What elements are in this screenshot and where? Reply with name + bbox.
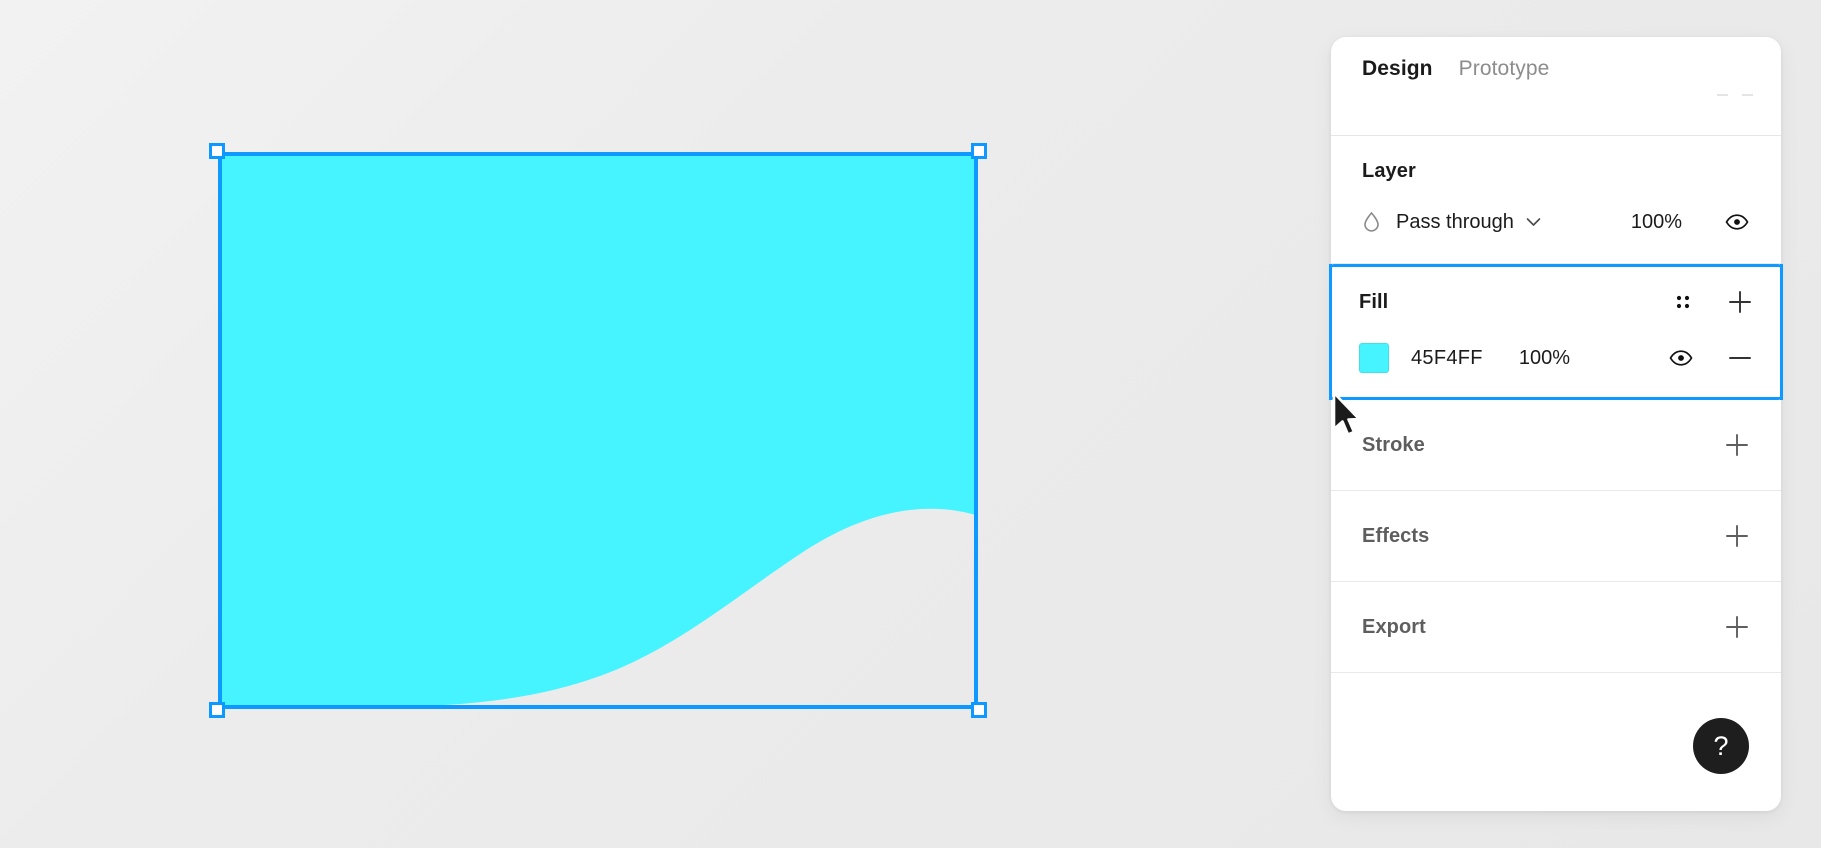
- export-section-title: Export: [1362, 615, 1426, 638]
- fill-section[interactable]: Fill 45F4FF 100%: [1329, 264, 1783, 400]
- blend-mode-value[interactable]: Pass through: [1396, 211, 1514, 234]
- droplet-icon: [1362, 211, 1388, 233]
- plus-icon: [1726, 616, 1748, 638]
- minus-icon: [1729, 357, 1751, 359]
- selection-edge-bottom: [218, 705, 978, 709]
- selection-edge-top: [218, 152, 978, 156]
- header-ghost-icons: [1717, 94, 1753, 96]
- fill-section-title: Fill: [1359, 290, 1389, 313]
- eye-icon[interactable]: [1724, 214, 1750, 230]
- tab-design[interactable]: Design: [1362, 57, 1433, 81]
- selection-edge-left: [218, 152, 222, 709]
- ghost-dash-2: [1742, 94, 1753, 96]
- add-effect-button[interactable]: [1724, 523, 1750, 549]
- four-dots-icon[interactable]: [1673, 292, 1693, 312]
- fill-row: 45F4FF 100%: [1359, 339, 1753, 377]
- fill-opacity-input[interactable]: 100%: [1519, 347, 1570, 370]
- layer-section-title: Layer: [1362, 160, 1416, 182]
- stroke-section-title: Stroke: [1362, 433, 1425, 456]
- layer-opacity-value[interactable]: 100%: [1631, 211, 1682, 234]
- export-section: Export: [1331, 582, 1781, 673]
- fill-section-header: Fill: [1359, 285, 1753, 319]
- panel-header: Design Prototype: [1331, 37, 1781, 136]
- canvas-area[interactable]: [0, 0, 1255, 848]
- figma-editor-window: Design Prototype Layer Pass through 100%…: [0, 0, 1821, 848]
- effects-section: Effects: [1331, 491, 1781, 582]
- selection-box: [209, 143, 987, 718]
- fill-row-actions: [1669, 345, 1753, 371]
- add-fill-button[interactable]: [1727, 289, 1753, 315]
- ghost-dash-1: [1717, 94, 1728, 96]
- question-mark-icon: ?: [1713, 730, 1729, 761]
- help-button[interactable]: ?: [1693, 718, 1749, 774]
- fill-hex-input[interactable]: 45F4FF: [1411, 347, 1483, 370]
- stroke-section: Stroke: [1331, 400, 1781, 491]
- panel-tabs: Design Prototype: [1331, 37, 1781, 81]
- fill-color-swatch[interactable]: [1359, 343, 1389, 373]
- effects-section-title: Effects: [1362, 524, 1430, 547]
- plus-icon: [1726, 525, 1748, 547]
- selection-edge-right: [974, 152, 978, 709]
- properties-panel: Design Prototype Layer Pass through 100%…: [1329, 37, 1783, 811]
- layer-section: Layer Pass through 100%: [1331, 136, 1781, 264]
- resize-handle-top-left[interactable]: [209, 143, 225, 159]
- add-stroke-button[interactable]: [1724, 432, 1750, 458]
- resize-handle-bottom-right[interactable]: [971, 702, 987, 718]
- plus-icon: [1726, 434, 1748, 456]
- tab-prototype[interactable]: Prototype: [1459, 57, 1550, 81]
- eye-icon[interactable]: [1669, 350, 1693, 366]
- resize-handle-bottom-left[interactable]: [209, 702, 225, 718]
- fill-header-actions: [1673, 289, 1753, 315]
- add-export-button[interactable]: [1724, 614, 1750, 640]
- remove-fill-button[interactable]: [1727, 345, 1753, 371]
- chevron-down-icon[interactable]: [1526, 217, 1541, 227]
- layer-row: Pass through 100%: [1362, 207, 1750, 237]
- plus-icon: [1729, 291, 1751, 313]
- resize-handle-top-right[interactable]: [971, 143, 987, 159]
